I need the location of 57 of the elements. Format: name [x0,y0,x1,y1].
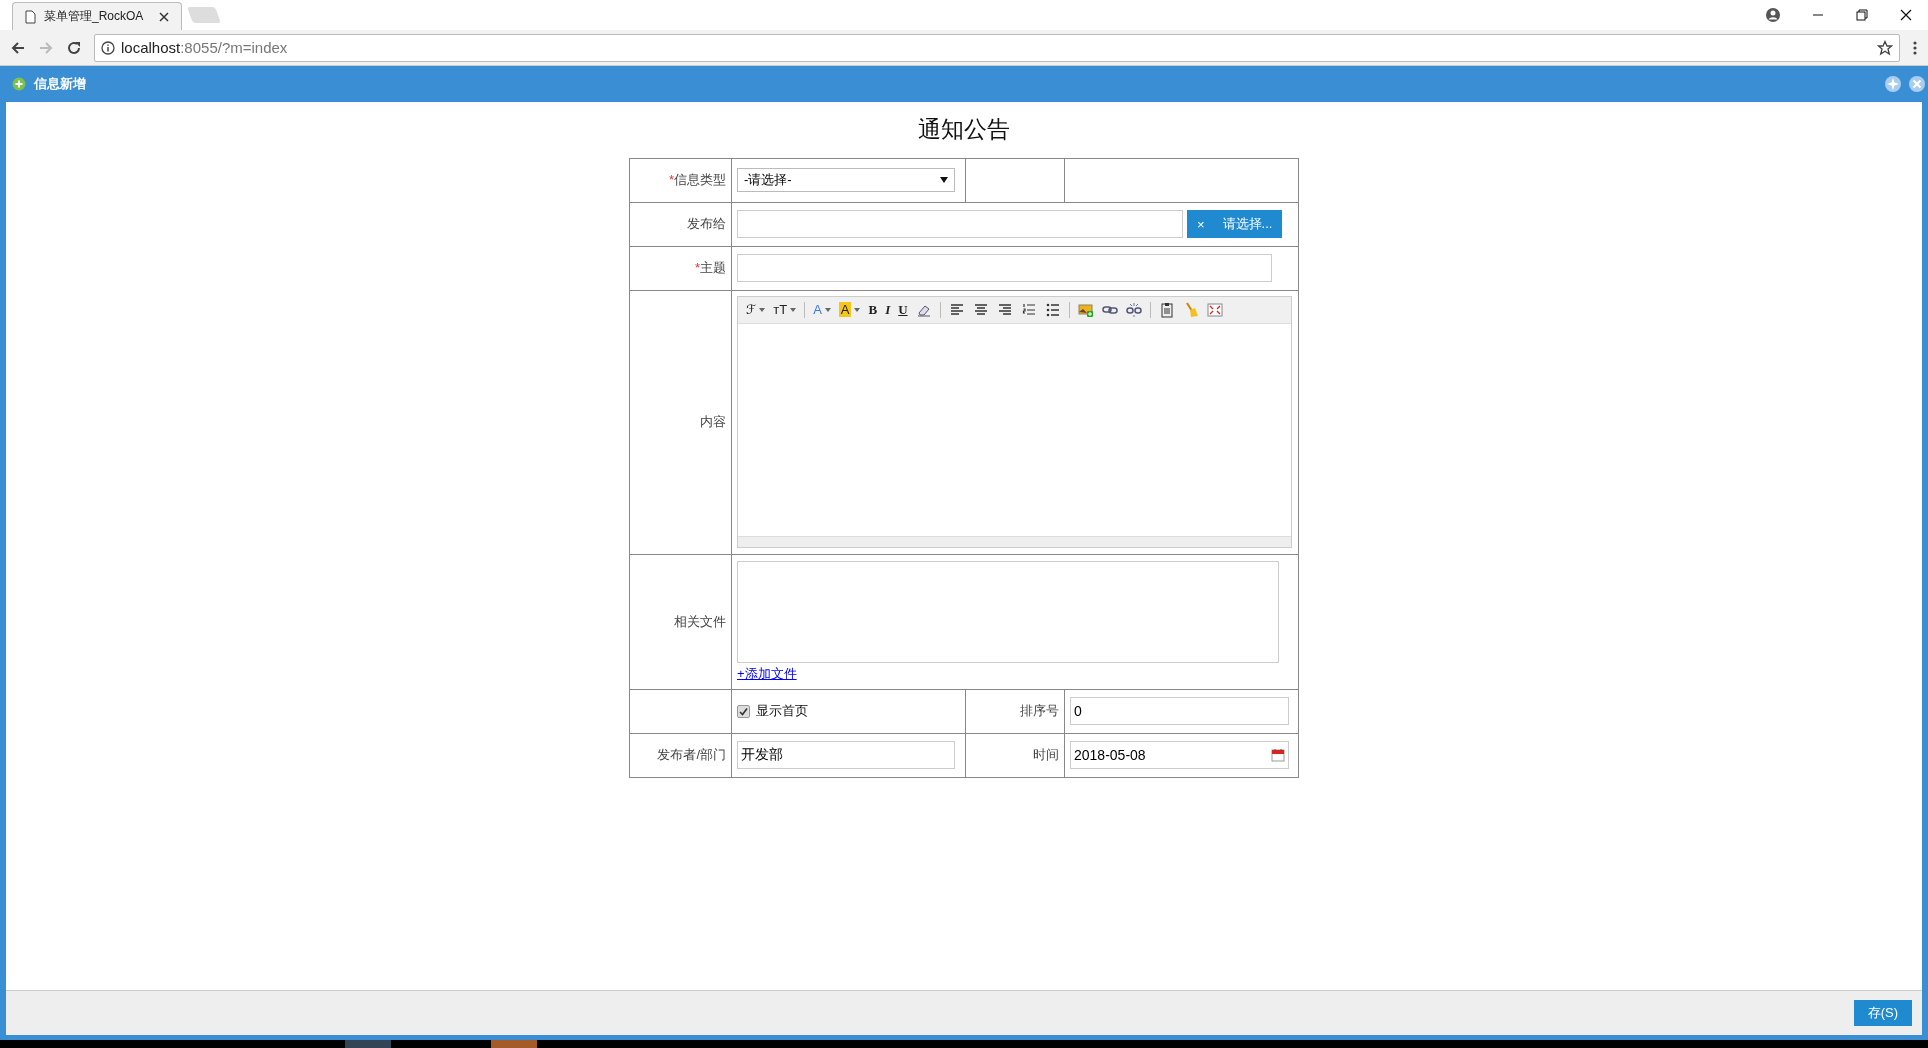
reload-icon[interactable] [66,39,82,56]
toolbar-button[interactable]: ℱ [746,302,766,318]
font-color-button[interactable]: A [813,302,831,318]
dropdown-arrow-icon [940,177,948,184]
field-label: 内容 [700,414,726,430]
image-icon[interactable] [1077,301,1094,318]
add-icon [12,77,26,91]
date-field[interactable]: 2018-05-08 [1070,741,1289,770]
close-icon[interactable] [159,11,169,22]
field-label: 发布者/部门 [657,747,726,763]
menu-icon[interactable] [1912,39,1918,56]
caret-icon [759,307,766,312]
align-left-icon[interactable] [948,301,965,318]
restore-icon[interactable] [1856,9,1868,21]
caret-icon [824,307,831,312]
order-field[interactable]: 0 [1070,697,1289,726]
ordered-list-icon[interactable] [1020,301,1037,318]
paste-icon[interactable] [1158,301,1175,318]
maximize-icon[interactable] [1885,76,1901,92]
caret-icon [854,307,861,312]
type-select[interactable]: -请选择- [737,168,955,193]
star-icon[interactable] [1877,39,1893,56]
field-label: 相关文件 [674,613,726,629]
align-center-icon[interactable] [972,301,989,318]
italic-button[interactable]: I [885,301,891,318]
align-right-icon[interactable] [996,301,1013,318]
toolbar-button[interactable]: тT [773,302,797,318]
calendar-icon[interactable] [1271,748,1285,763]
field-label: 发布给 [687,216,726,232]
add-file-link[interactable]: +添加文件 [737,665,797,684]
address-bar[interactable]: localhost:8055/?m=index [94,33,1900,62]
field-label: 时间 [1033,747,1059,763]
url-text: localhost:8055/?m=index [121,39,288,56]
save-button[interactable]: 存(S) [1853,1000,1912,1026]
page-icon [25,9,36,24]
caret-icon [790,307,797,312]
info-icon [101,40,115,55]
bullet-list-icon[interactable] [1044,301,1061,318]
dialog-title: 信息新增 [34,75,86,93]
publisher-field[interactable]: 开发部 [737,741,955,770]
account-icon[interactable] [1766,8,1780,22]
back-icon[interactable] [10,39,26,56]
choose-button[interactable]: × 请选择... [1187,210,1283,239]
underline-button[interactable]: U [898,301,908,318]
field-label: *主题 [694,260,726,276]
tab-title: 菜单管理_RockOA [44,8,145,25]
bold-button[interactable]: B [868,301,878,318]
checkbox[interactable] [737,704,750,718]
browser-tab[interactable]: 菜单管理_RockOA [12,2,182,30]
close-icon[interactable] [1900,9,1912,21]
field-label: *信息类型 [668,172,726,188]
rich-text-editor[interactable]: ℱ тT A A B I U [737,295,1292,548]
form-title: 通知公告 [918,116,1010,144]
unlink-icon[interactable] [1125,301,1142,318]
checkbox-label: 显示首页 [756,702,808,721]
fullscreen-icon[interactable] [1206,301,1223,318]
field-label: 排序号 [1020,703,1059,719]
